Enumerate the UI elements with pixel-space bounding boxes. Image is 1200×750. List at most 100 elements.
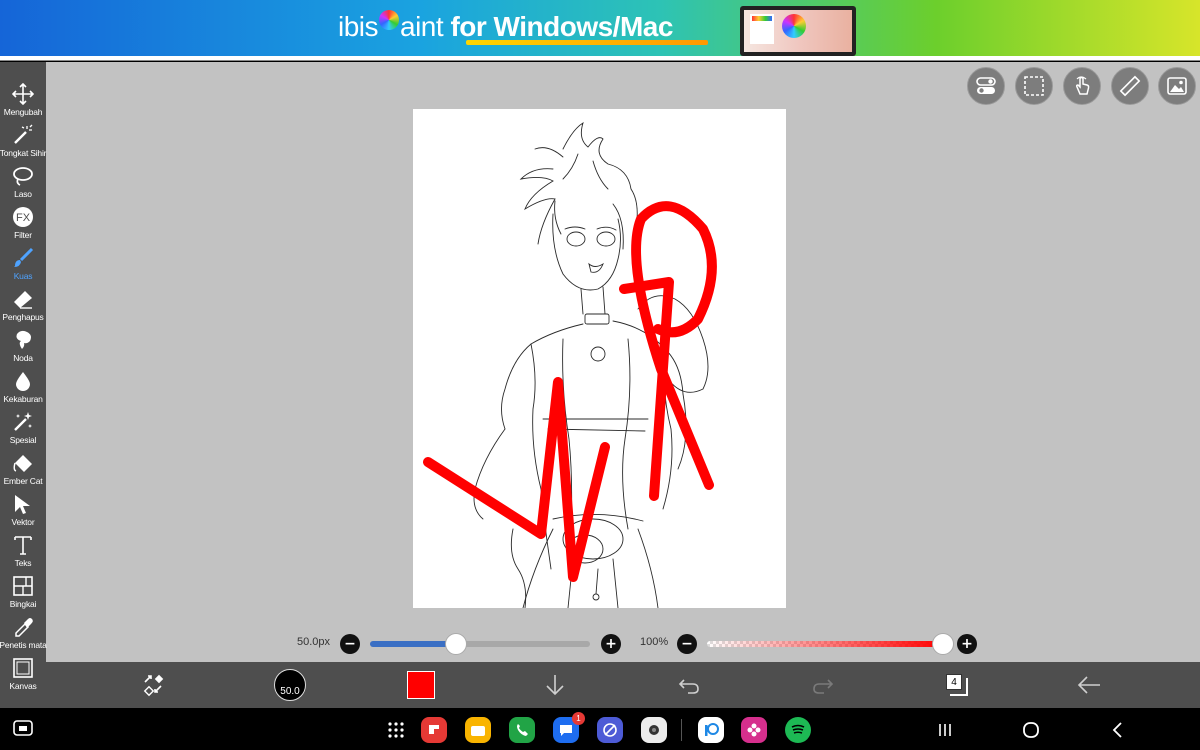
screen-capture-button[interactable] <box>13 720 33 742</box>
tool-blur[interactable]: Kekaburan <box>0 367 46 408</box>
tool-vector[interactable]: Vektor <box>0 490 46 531</box>
tool-smudge[interactable]: Noda <box>0 326 46 367</box>
arrow-left-icon <box>1077 676 1100 694</box>
banner-headline: ibis aint for Windows/Mac <box>338 10 673 43</box>
blur-drop-icon <box>11 369 35 393</box>
selection-rectangle-icon <box>1024 76 1044 96</box>
opacity-handle[interactable] <box>932 633 954 655</box>
opacity-increase-button[interactable]: + <box>957 634 977 654</box>
banner-tagline: for Windows/Mac <box>443 11 673 42</box>
drawing-canvas[interactable] <box>413 109 786 608</box>
notification-badge: 1 <box>572 712 585 725</box>
tool-magic-wand[interactable]: Tongkat Sihir <box>0 121 46 162</box>
tool-eraser[interactable]: Penghapus <box>0 285 46 326</box>
svg-text:FX: FX <box>16 212 31 224</box>
brush-size-increase-button[interactable]: + <box>601 634 621 654</box>
minus-icon: − <box>681 636 693 652</box>
vector-arrow-icon <box>11 492 35 516</box>
hand-touch-icon <box>1075 76 1090 95</box>
toggle-panel-button[interactable] <box>967 67 1005 105</box>
eyedropper-icon <box>11 615 35 639</box>
tool-label: Ember Cat <box>3 476 43 486</box>
ad-banner[interactable]: ibis aint for Windows/Mac <box>0 0 1200 56</box>
tool-brush[interactable]: Kuas <box>0 244 46 285</box>
reference-image-button[interactable] <box>1158 67 1196 105</box>
arrow-down-icon <box>546 675 564 696</box>
ruler-button[interactable] <box>1111 67 1149 105</box>
my-files-app-icon[interactable] <box>465 717 491 743</box>
brush-size-slider[interactable] <box>370 633 590 655</box>
chevron-left-icon <box>1112 722 1122 738</box>
tool-move[interactable]: Mengubah <box>0 80 46 121</box>
smudge-icon <box>11 328 35 352</box>
brush-size-preview: 50.0 <box>274 669 306 701</box>
dock-divider <box>681 719 682 741</box>
layer-count: 4 <box>946 674 962 690</box>
transform-toggle-button[interactable] <box>136 662 172 708</box>
tool-lasso[interactable]: Laso <box>0 162 46 203</box>
messages-app-icon[interactable]: 1 <box>553 712 585 743</box>
opacity-slider[interactable] <box>707 633 954 655</box>
tool-eyedropper[interactable]: Penetis mata <box>0 613 47 654</box>
tool-label: Teks <box>14 558 32 568</box>
internet-app-icon[interactable] <box>597 717 623 743</box>
camera-app-icon[interactable] <box>641 717 667 743</box>
system-back-button[interactable] <box>1110 721 1124 743</box>
tool-bucket[interactable]: Ember Cat <box>0 449 46 490</box>
minus-icon: − <box>344 636 356 652</box>
tool-filter[interactable]: FX Filter <box>0 203 46 244</box>
phone-app-icon[interactable] <box>509 717 535 743</box>
recent-apps-button[interactable] <box>937 722 953 742</box>
tool-sidebar: Mengubah Tongkat Sihir Laso FX Filter Kuas Pen… <box>0 62 47 708</box>
app-grid-icon[interactable] <box>383 717 409 743</box>
brush-icon <box>11 246 35 270</box>
flipboard-app-icon[interactable] <box>421 717 447 743</box>
tool-label: Spesial <box>9 435 37 445</box>
spotify-app-icon[interactable] <box>785 717 811 743</box>
tool-label: Penetis mata <box>0 640 47 650</box>
brush-size-fill <box>370 641 456 647</box>
tool-special[interactable]: Spesial <box>0 408 46 449</box>
opacity-decrease-button[interactable]: − <box>677 634 697 654</box>
brush-size-label: 50.0px <box>297 636 331 648</box>
home-button[interactable] <box>1022 721 1040 743</box>
layers-icon: 4 <box>946 674 968 696</box>
brush-size-decrease-button[interactable]: − <box>340 634 360 654</box>
banner-logo-prefix: ibis <box>338 11 379 42</box>
undo-icon <box>678 679 699 694</box>
move-icon <box>11 82 35 106</box>
brush-size-handle[interactable] <box>444 633 467 655</box>
layers-button[interactable]: 4 <box>940 662 974 708</box>
ibispaint-app-icon[interactable] <box>698 717 724 743</box>
plus-icon: + <box>961 636 973 652</box>
tool-label: Kuas <box>13 271 33 281</box>
tool-text[interactable]: Teks <box>0 531 46 572</box>
plus-icon: + <box>605 636 617 652</box>
tool-label: Bingkai <box>9 599 37 609</box>
undo-button[interactable] <box>672 662 706 708</box>
frame-icon <box>11 574 35 598</box>
canvas-icon <box>11 656 35 680</box>
tool-label: Kanvas <box>9 681 37 691</box>
touch-mode-button[interactable] <box>1063 67 1101 105</box>
tool-label: Filter <box>14 230 32 240</box>
tool-label: Kekaburan <box>3 394 43 404</box>
bottom-toolbar: 50.0 4 <box>46 662 1200 708</box>
tool-frame[interactable]: Bingkai <box>0 572 46 613</box>
gallery-app-icon[interactable] <box>741 717 767 743</box>
redo-button[interactable] <box>806 662 840 708</box>
text-icon <box>11 533 35 557</box>
image-icon <box>1167 77 1187 95</box>
brush-preview-button[interactable]: 50.0 <box>272 662 308 708</box>
selection-button[interactable] <box>1015 67 1053 105</box>
tool-label: Penghapus <box>2 312 44 322</box>
magic-wand-icon <box>11 123 35 147</box>
back-button[interactable] <box>1072 662 1106 708</box>
sketch-artwork <box>423 122 717 608</box>
tool-canvas[interactable]: Kanvas <box>0 654 46 695</box>
ibispaint-logo-icon <box>379 10 400 30</box>
color-picker-button[interactable] <box>404 662 438 708</box>
screenshot-icon <box>13 720 33 736</box>
move-down-button[interactable] <box>538 662 572 708</box>
banner-underline <box>466 40 708 45</box>
